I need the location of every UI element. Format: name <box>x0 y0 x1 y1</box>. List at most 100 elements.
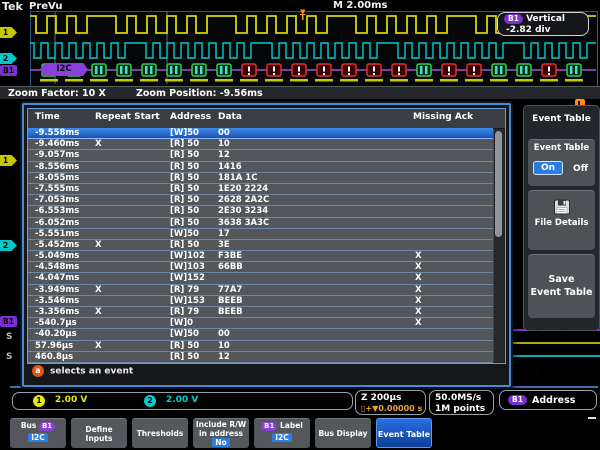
toggle-on-option[interactable]: On <box>533 161 563 175</box>
cell-address: [R] 50 <box>170 206 199 217</box>
menu-include-rw-button[interactable]: Include R/W in address No <box>193 418 249 448</box>
menu-label-button[interactable]: B1 Label I2C <box>254 418 310 448</box>
b1-badge: B1 <box>261 422 277 431</box>
cell-data: F3BE <box>218 251 242 262</box>
cell-address: [W]0 <box>170 318 193 329</box>
event-row[interactable]: -9.460msX[R] 5010 <box>28 139 493 150</box>
cell-address: [R] 50 <box>170 240 199 251</box>
event-row[interactable]: -5.551ms[W]5017 <box>28 229 493 240</box>
cell-time: -7.555ms <box>35 184 79 195</box>
event-row[interactable]: -3.546ms[W]153BEEBX <box>28 296 493 307</box>
cell-repeat_start: X <box>95 341 102 352</box>
menu-define-inputs-button[interactable]: Define Inputs <box>71 418 127 448</box>
cell-time: -540.7µs <box>35 318 77 329</box>
include-rw-value-chip: No <box>212 438 229 447</box>
bus-trigger-field: Address <box>532 395 575 406</box>
b1-badge: B1 <box>504 14 523 24</box>
event-row[interactable]: -9.558ms[W]5000 <box>28 128 493 139</box>
cell-data: 1416 <box>218 162 242 173</box>
event-row[interactable]: -3.356msX[R] 79BEEBX <box>28 307 493 318</box>
channel2-main-marker[interactable]: 2 <box>0 240 17 251</box>
cell-time: -40.20µs <box>35 329 77 340</box>
table-scrollbar[interactable] <box>493 129 504 362</box>
cell-data: 00 <box>218 329 230 340</box>
cell-data: 12 <box>218 150 230 161</box>
col-missing-ack: Missing Ack <box>413 112 473 122</box>
cell-time: -6.553ms <box>35 206 79 217</box>
cell-address: [R] 79 <box>170 285 199 296</box>
event-row[interactable]: -6.553ms[R] 502E30 3234 <box>28 206 493 217</box>
b1-badge: B1 <box>508 395 527 405</box>
event-row[interactable]: -7.555ms[R] 501E20 2224 <box>28 184 493 195</box>
cell-time: -6.052ms <box>35 218 79 229</box>
event-row[interactable]: -9.057ms[R] 5012 <box>28 150 493 161</box>
footer-hint: selects an event <box>50 367 133 377</box>
file-details-button[interactable]: File Details <box>528 190 595 250</box>
multipurpose-knob-a-icon: a <box>32 365 44 377</box>
event-table-toggle-button[interactable]: Event Table On Off <box>528 139 595 186</box>
cell-missing_ack: X <box>415 307 422 318</box>
record-length: 1M points <box>435 404 485 414</box>
event-row[interactable]: -540.7µs[W]0X <box>28 318 493 329</box>
event-rows: -9.558ms[W]5000-9.460msX[R] 5010-9.057ms… <box>28 128 493 363</box>
event-row[interactable]: -6.052ms [R] 50 3638 3A3C <box>28 218 493 229</box>
ch1-badge[interactable]: 1 <box>33 395 45 407</box>
save-indicator: S <box>6 352 12 362</box>
channel-readout-box: 1 2.00 V 2 2.00 V <box>12 392 353 410</box>
file-details-label: File Details <box>528 218 595 228</box>
event-row[interactable]: 57.96µsX[R] 5010 <box>28 341 493 352</box>
event-row[interactable]: -8.556ms[R] 501416 <box>28 162 493 173</box>
cell-time: -3.356ms <box>35 307 79 318</box>
cell-address: [W]50 <box>170 229 199 240</box>
floppy-disk-icon <box>553 199 571 215</box>
menu-thresholds-button[interactable]: Thresholds <box>132 418 188 448</box>
cell-address: [R] 50 <box>170 352 199 363</box>
bus-type-chip: I2C <box>28 433 48 442</box>
save-event-table-button[interactable]: Save Event Table <box>528 254 595 318</box>
event-row[interactable]: -8.055ms[R] 50181A 1C <box>28 173 493 184</box>
sample-rate: 50.0MS/s <box>435 393 481 403</box>
bus-b1-main-marker[interactable]: B1 <box>0 316 17 327</box>
cell-data: 10 <box>218 139 230 150</box>
cell-data: 3638 3A3C <box>218 218 269 229</box>
acquisition-readout-box: 50.0MS/s 1M points <box>429 390 494 415</box>
event-row[interactable]: -3.949msX[R] 7977A7X <box>28 285 493 296</box>
cell-data: 77A7 <box>218 285 242 296</box>
ch2-trace-line <box>498 355 600 357</box>
trigger-position-icon: ▼ T <box>300 9 305 21</box>
trigger-position-icon: ▯+▼ <box>361 404 378 413</box>
save-indicator: S <box>6 332 12 342</box>
cell-time: -9.558ms <box>35 128 79 139</box>
channel1-main-marker[interactable]: 1 <box>0 155 17 166</box>
cell-missing_ack: X <box>415 262 422 273</box>
event-row[interactable]: -7.053ms[R] 502628 2A2C <box>28 195 493 206</box>
cell-missing_ack: X <box>415 296 422 307</box>
ch2-badge[interactable]: 2 <box>144 395 156 407</box>
scrollbar-thumb[interactable] <box>495 131 502 237</box>
event-row[interactable]: -4.047ms[W]152X <box>28 273 493 284</box>
cell-data: 12 <box>218 352 230 363</box>
cell-data: 181A 1C <box>218 173 257 184</box>
cell-address: [W]152 <box>170 273 205 284</box>
event-row[interactable]: 460.8µs[R] 5012 <box>28 352 493 363</box>
cell-data: BEEB <box>218 307 243 318</box>
event-row[interactable]: -40.20µs[W]5000 <box>28 329 493 340</box>
cell-address: [R] 50 <box>170 218 199 229</box>
cell-missing_ack: X <box>415 251 422 262</box>
event-row[interactable]: -5.049ms[W]102F3BEX <box>28 251 493 262</box>
cell-repeat_start: X <box>95 240 102 251</box>
menu-bus-display-button[interactable]: Bus Display <box>315 418 371 448</box>
menu-event-table-button[interactable]: Event Table <box>376 418 432 448</box>
cell-address: [R] 50 <box>170 341 199 352</box>
cell-missing_ack: X <box>415 285 422 296</box>
bus-b1-marker[interactable]: B1 <box>0 65 17 76</box>
ch1-trace-line <box>498 342 600 344</box>
event-row[interactable]: -5.452msX[R] 503E <box>28 240 493 251</box>
event-row[interactable]: -4.548ms[W]10366BBX <box>28 262 493 273</box>
cell-time: -5.452ms <box>35 240 79 251</box>
cell-repeat_start: X <box>95 139 102 150</box>
toggle-off-option[interactable]: Off <box>573 164 588 174</box>
menu-bus-button[interactable]: Bus B1 I2C <box>10 418 66 448</box>
cell-data: 00 <box>218 128 230 139</box>
b1-badge: B1 <box>39 422 55 431</box>
